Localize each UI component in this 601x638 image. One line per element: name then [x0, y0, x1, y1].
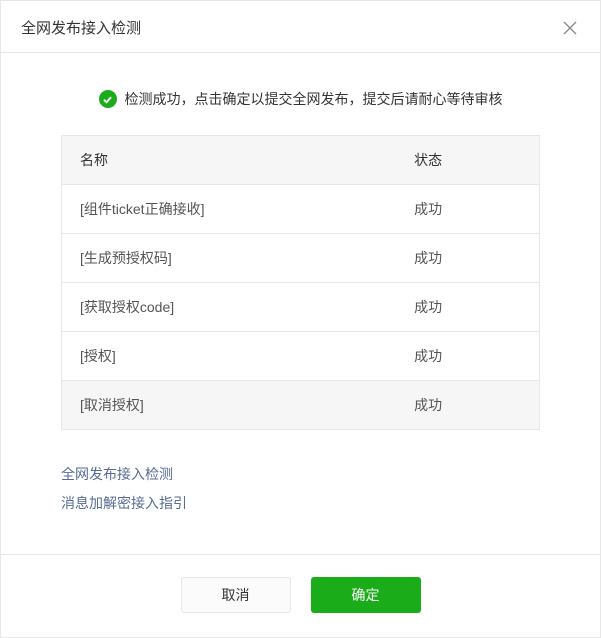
table-row: [组件ticket正确接收] 成功 — [62, 185, 540, 234]
row-status: 成功 — [396, 283, 539, 332]
link-detect[interactable]: 全网发布接入检测 — [61, 460, 540, 489]
dialog: 全网发布接入检测 检测成功，点击确定以提交全网发布，提交后请耐心等待审核 名称 … — [0, 0, 601, 638]
dialog-title: 全网发布接入检测 — [21, 17, 141, 38]
table-row: [生成预授权码] 成功 — [62, 234, 540, 283]
table-header-name: 名称 — [62, 136, 397, 185]
cancel-button[interactable]: 取消 — [181, 577, 291, 613]
success-icon — [99, 90, 117, 108]
table-header-status: 状态 — [396, 136, 539, 185]
row-status: 成功 — [396, 185, 539, 234]
table-row: [授权] 成功 — [62, 332, 540, 381]
links-section: 全网发布接入检测 消息加解密接入指引 — [61, 460, 540, 519]
close-icon — [563, 21, 577, 35]
row-name: [取消授权] — [62, 381, 397, 430]
confirm-button[interactable]: 确定 — [311, 577, 421, 613]
row-status: 成功 — [396, 332, 539, 381]
row-status: 成功 — [396, 381, 539, 430]
row-name: [获取授权code] — [62, 283, 397, 332]
dialog-body: 检测成功，点击确定以提交全网发布，提交后请耐心等待审核 名称 状态 [组件tic… — [1, 53, 600, 554]
results-table: 名称 状态 [组件ticket正确接收] 成功 [生成预授权码] 成功 [获取授… — [61, 135, 540, 430]
row-name: [生成预授权码] — [62, 234, 397, 283]
row-name: [组件ticket正确接收] — [62, 185, 397, 234]
table-row: [取消授权] 成功 — [62, 381, 540, 430]
table-row: [获取授权code] 成功 — [62, 283, 540, 332]
row-status: 成功 — [396, 234, 539, 283]
link-guide[interactable]: 消息加解密接入指引 — [61, 489, 540, 518]
dialog-footer: 取消 确定 — [1, 554, 600, 637]
dialog-header: 全网发布接入检测 — [1, 1, 600, 53]
close-button[interactable] — [560, 18, 580, 38]
row-name: [授权] — [62, 332, 397, 381]
status-message: 检测成功，点击确定以提交全网发布，提交后请耐心等待审核 — [61, 89, 540, 109]
status-text: 检测成功，点击确定以提交全网发布，提交后请耐心等待审核 — [125, 89, 503, 109]
